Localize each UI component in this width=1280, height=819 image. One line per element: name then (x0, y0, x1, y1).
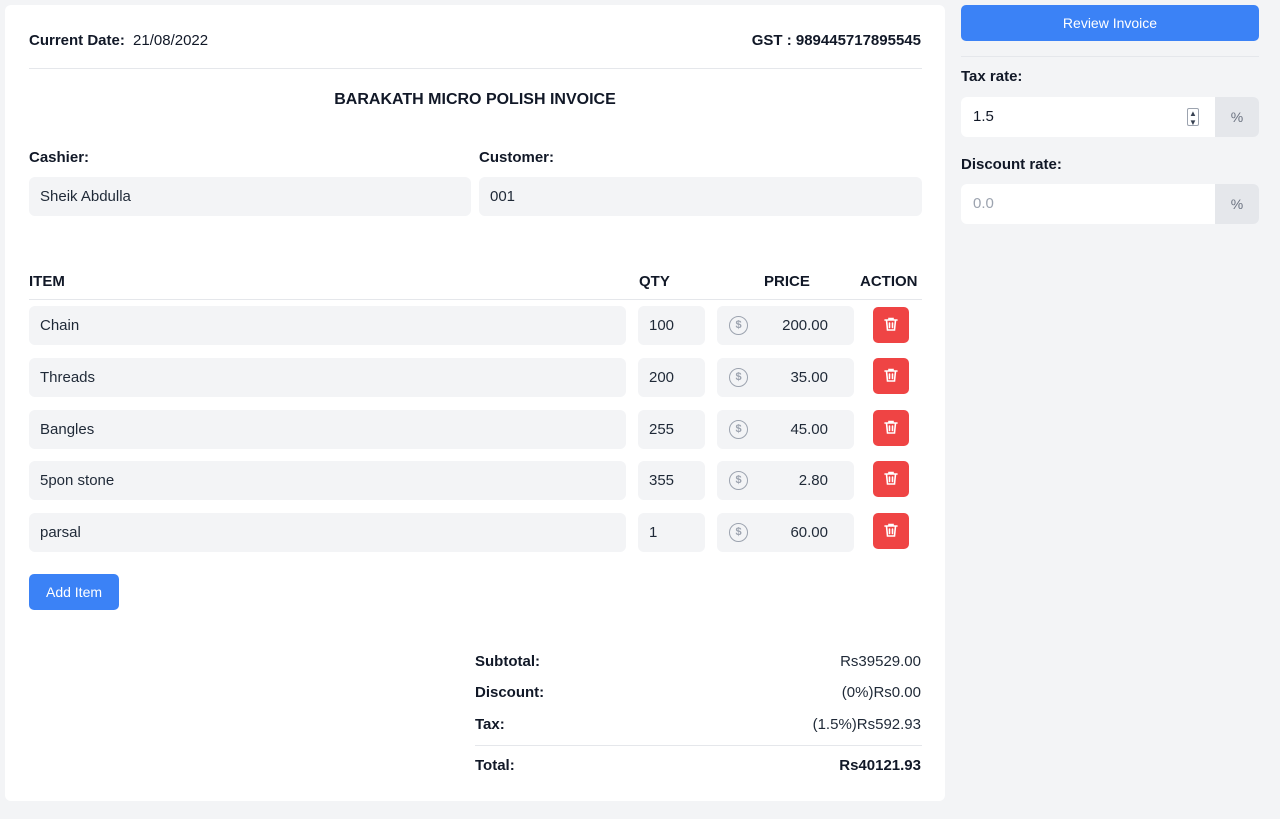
divider (29, 68, 922, 69)
cashier-input[interactable]: Sheik Abdulla (29, 177, 471, 216)
customer-label: Customer: (479, 149, 555, 166)
dollar-icon: $ (729, 420, 748, 439)
item-name-input[interactable]: Bangles (29, 410, 626, 449)
tax-rate-stepper[interactable]: ▲ ▼ (1187, 108, 1199, 127)
tax-rate-label: Tax rate: (961, 68, 1023, 85)
total-label: Total: (475, 757, 515, 774)
totals-divider (475, 745, 922, 746)
trash-icon (884, 317, 898, 331)
delete-item-button[interactable] (873, 410, 909, 446)
header-divider (29, 299, 922, 300)
item-qty-input[interactable]: 355 (638, 461, 705, 500)
item-price-value: 2.80 (798, 472, 828, 489)
delete-item-button[interactable] (873, 307, 909, 343)
item-qty-input[interactable]: 255 (638, 410, 705, 449)
dollar-icon: $ (729, 316, 748, 335)
item-qty-input[interactable]: 1 (638, 513, 705, 552)
item-price-value: 60.00 (790, 524, 828, 541)
review-invoice-button[interactable]: Review Invoice (961, 5, 1259, 41)
trash-icon (884, 420, 898, 434)
discount-value: (0%)Rs0.00 (841, 684, 921, 701)
trash-icon (884, 368, 898, 382)
trash-icon (884, 471, 898, 485)
sidebar-divider (961, 56, 1259, 57)
dollar-icon: $ (729, 368, 748, 387)
discount-rate-unit: % (1215, 184, 1259, 224)
invoice-card: Current Date: 21/08/2022 GST : 989445717… (5, 5, 945, 801)
current-date-label: Current Date: (29, 32, 125, 49)
tax-value: (1.5%)Rs592.93 (812, 716, 921, 733)
current-date-value: 21/08/2022 (133, 32, 209, 49)
invoice-title: BARAKATH MICRO POLISH INVOICE (334, 91, 616, 108)
item-qty-input[interactable]: 100 (638, 306, 705, 345)
current-date: Current Date: 21/08/2022 (29, 32, 208, 49)
item-price-input[interactable]: $ 200.00 (717, 306, 854, 345)
item-qty-input[interactable]: 200 (638, 358, 705, 397)
dollar-icon: $ (729, 471, 748, 490)
gst-number: GST : 989445717895545 (751, 32, 921, 49)
discount-label: Discount: (475, 684, 545, 701)
item-price-value: 200.00 (782, 317, 828, 334)
customer-input[interactable]: 001 (479, 177, 922, 216)
dollar-icon: $ (729, 523, 748, 542)
delete-item-button[interactable] (873, 461, 909, 497)
column-header-price: PRICE (764, 273, 810, 290)
column-header-action: ACTION (860, 273, 918, 290)
tax-label: Tax: (475, 716, 505, 733)
total-value: Rs40121.93 (839, 757, 921, 774)
discount-rate-input[interactable]: 0.0 (961, 184, 1215, 224)
column-header-qty: QTY (639, 273, 670, 290)
item-name-input[interactable]: 5pon stone (29, 461, 626, 500)
item-price-input[interactable]: $ 45.00 (717, 410, 854, 449)
trash-icon (884, 523, 898, 537)
subtotal-value: Rs39529.00 (840, 653, 921, 670)
tax-rate-unit: % (1215, 97, 1259, 137)
cashier-label: Cashier: (29, 149, 90, 166)
item-price-value: 35.00 (790, 369, 828, 386)
discount-rate-label: Discount rate: (961, 156, 1062, 173)
column-header-item: ITEM (29, 273, 65, 290)
item-price-input[interactable]: $ 35.00 (717, 358, 854, 397)
add-item-button[interactable]: Add Item (29, 574, 119, 610)
item-price-input[interactable]: $ 2.80 (717, 461, 854, 500)
item-price-value: 45.00 (790, 421, 828, 438)
tax-rate-input[interactable]: 1.5 (961, 97, 1215, 137)
subtotal-label: Subtotal: (475, 653, 540, 670)
item-name-input[interactable]: Threads (29, 358, 626, 397)
delete-item-button[interactable] (873, 513, 909, 549)
item-price-input[interactable]: $ 60.00 (717, 513, 854, 552)
item-name-input[interactable]: Chain (29, 306, 626, 345)
item-name-input[interactable]: parsal (29, 513, 626, 552)
delete-item-button[interactable] (873, 358, 909, 394)
